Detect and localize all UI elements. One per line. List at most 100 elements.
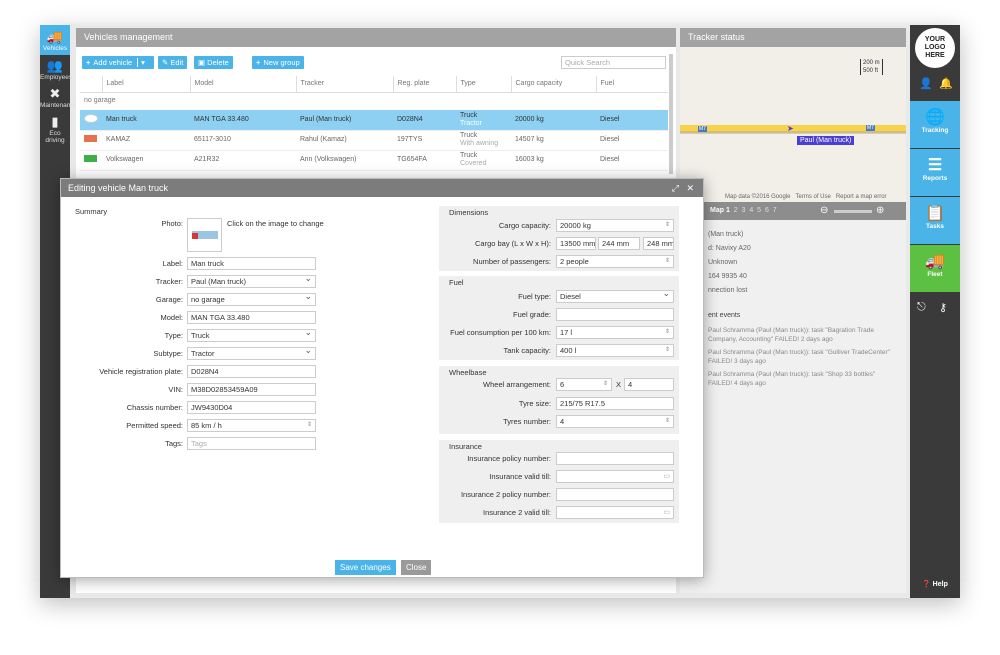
wheelbase-section: Wheelbase Wheel arrangement: 6 X 4 Tyre … <box>439 366 679 434</box>
table-row[interactable]: Man truck MAN TGA 33.480 Paul (Man truck… <box>80 110 668 131</box>
help-button[interactable]: ❓ Help <box>922 580 948 588</box>
label-input[interactable]: Man truck <box>187 257 316 270</box>
vehicle-marker-label[interactable]: Paul (Man truck) <box>797 136 855 145</box>
logout-icon[interactable]: ⎋ <box>917 301 926 314</box>
chevron-down-icon[interactable]: ▾ <box>137 58 145 67</box>
table-row[interactable]: Volkswagen A21R32 Ann (Volkswagen) TG654… <box>80 150 668 171</box>
bay-length-input[interactable]: 13500 mm <box>556 237 596 250</box>
close-icon[interactable]: ✕ <box>686 179 694 197</box>
key-icon[interactable]: ⚷ <box>939 301 947 314</box>
tyres-number-stepper[interactable]: 4 <box>556 415 674 428</box>
tank-capacity-stepper[interactable]: 400 l <box>556 344 674 357</box>
nav-reports[interactable]: ☰ Reports <box>910 149 960 196</box>
nav-tracking[interactable]: 🌐 Tracking <box>910 101 960 148</box>
table-scrollbar[interactable] <box>669 54 673 174</box>
wrench-icon: ✖ <box>49 86 61 101</box>
insurance-valid-date-input[interactable] <box>556 470 674 483</box>
fuel-grade-input[interactable] <box>556 308 674 321</box>
vehicle-photo[interactable] <box>187 218 222 252</box>
delete-button[interactable]: ▣ Delete <box>194 56 233 69</box>
right-sidebar: YOUR LOGO HERE 👤 🔔 🌐 Tracking ☰ Reports 📋 Tas… <box>910 25 960 598</box>
bar-chart-icon: ▮ <box>51 114 59 129</box>
wheel-arrangement-b-input[interactable]: 4 <box>624 378 674 391</box>
list-item[interactable]: Paul Schramma (Paul (Man truck)): task "… <box>708 370 898 388</box>
garage-select[interactable]: no garage <box>187 293 316 306</box>
dimensions-section: Dimensions Cargo capacity: 20000 kg Carg… <box>439 206 679 271</box>
cell-fuel: Diesel <box>596 130 668 151</box>
close-button[interactable]: Close <box>401 560 432 575</box>
cell-label: Volkswagen <box>102 150 190 171</box>
insurance2-valid-date-input[interactable] <box>556 506 674 519</box>
type-select[interactable]: Truck <box>187 329 316 342</box>
logo[interactable]: YOUR LOGO HERE <box>915 28 955 68</box>
fuel-type-select[interactable]: Diesel <box>556 290 674 303</box>
table-row[interactable]: KAMAZ 65117-3010 Rahul (Kamaz) 197TYS Tr… <box>80 130 668 151</box>
plate-input[interactable]: D028N4 <box>187 365 316 378</box>
nav-eco-driving[interactable]: ▮ Eco driving <box>40 113 70 149</box>
map-scale: 200 m 500 ft <box>860 59 883 75</box>
edit-button[interactable]: ✎ Edit <box>158 56 188 69</box>
cargo-capacity-stepper[interactable]: 20000 kg <box>556 219 674 232</box>
cell-plate: TG654FA <box>393 150 456 171</box>
cell-fuel: Diesel <box>596 110 668 131</box>
photo-label: Photo: <box>161 219 183 228</box>
cell-type: Truck Tractor <box>456 110 511 131</box>
nav-tasks[interactable]: 📋 Tasks <box>910 197 960 244</box>
zoom-slider[interactable] <box>834 210 872 213</box>
tracker-select[interactable]: Paul (Man truck) <box>187 275 316 288</box>
tags-input[interactable]: Tags <box>187 437 316 450</box>
group-row[interactable]: no garage <box>80 92 668 110</box>
vehicles-table: Label Model Tracker Reg. plate Type Carg… <box>80 76 668 171</box>
cell-cargo: 14507 kg <box>511 130 596 151</box>
new-group-button[interactable]: + New group <box>252 56 304 69</box>
col-model[interactable]: Model <box>190 76 297 92</box>
fuel-consumption-stepper[interactable]: 17 l <box>556 326 674 339</box>
subtype-select[interactable]: Tractor <box>187 347 316 360</box>
bay-width-input[interactable]: 244 mm <box>598 237 640 250</box>
model-input[interactable]: MAN TGA 33.480 <box>187 311 316 324</box>
zoom-out-icon[interactable]: ⊖ <box>820 202 828 220</box>
insurance-policy-input[interactable] <box>556 452 674 465</box>
nav-maintenance[interactable]: ✖ Maintenance <box>40 85 77 113</box>
wheel-arrangement-a-stepper[interactable]: 6 <box>556 378 612 391</box>
col-tracker[interactable]: Tracker <box>296 76 394 92</box>
zoom-in-icon[interactable]: ⊕ <box>876 202 884 220</box>
tyre-size-input[interactable]: 215/75 R17.5 <box>556 397 674 410</box>
vin-input[interactable]: M38D02853459A09 <box>187 383 316 396</box>
cell-cargo: 20000 kg <box>511 110 596 131</box>
insurance2-policy-input[interactable] <box>556 488 674 501</box>
map[interactable]: M7 M7 200 m 500 ft ➤ Paul (Man truck) Map… <box>680 47 906 202</box>
user-icon[interactable]: 👤 <box>919 77 933 90</box>
passengers-stepper[interactable]: 2 people <box>556 255 674 268</box>
cell-model: MAN TGA 33.480 <box>190 110 296 131</box>
expand-icon[interactable]: ⤢ <box>672 179 679 197</box>
nav-employees[interactable]: 👥 Employees <box>40 57 72 85</box>
chassis-input[interactable]: JW9430D04 <box>187 401 316 414</box>
col-plate[interactable]: Reg. plate <box>393 76 457 92</box>
fuel-section: Fuel Fuel type: Diesel Fuel grade: Fuel … <box>439 276 679 360</box>
road-sign: M7 <box>866 125 875 131</box>
terms-link[interactable]: Terms of Use <box>795 194 830 200</box>
bell-icon[interactable]: 🔔 <box>939 77 953 90</box>
col-cargo[interactable]: Cargo capacity <box>511 76 597 92</box>
bay-height-input[interactable]: 248 mm <box>643 237 674 250</box>
col-fuel[interactable]: Fuel <box>596 76 668 92</box>
speed-stepper[interactable]: 85 km / h <box>187 419 316 432</box>
nav-vehicles[interactable]: 🚚 Vehicles <box>40 25 70 55</box>
list-item[interactable]: Paul Schramma (Paul (Man truck)): task "… <box>708 326 898 344</box>
cell-fuel: Diesel <box>596 150 668 171</box>
col-type[interactable]: Type <box>456 76 512 92</box>
dialog-title: Editing vehicle Man truck <box>68 183 169 193</box>
add-vehicle-button[interactable]: + Add vehicle ▾ <box>82 56 154 69</box>
cell-tracker: Ann (Volkswagen) <box>296 150 393 171</box>
help-icon: ❓ <box>922 581 931 588</box>
quick-search-input[interactable]: Quick Search <box>561 56 666 69</box>
col-label[interactable]: Label <box>102 76 191 92</box>
nav-fleet[interactable]: 🚚 Fleet <box>910 245 960 292</box>
tasks-icon: 📋 <box>925 205 945 222</box>
list-item[interactable]: Paul Schramma (Paul (Man truck)): task "… <box>708 348 898 366</box>
report-error-link[interactable]: Report a map error <box>836 194 887 200</box>
cell-model: A21R32 <box>190 150 296 171</box>
direction-arrow-icon: ➤ <box>787 124 794 133</box>
save-changes-button[interactable]: Save changes <box>335 560 396 575</box>
